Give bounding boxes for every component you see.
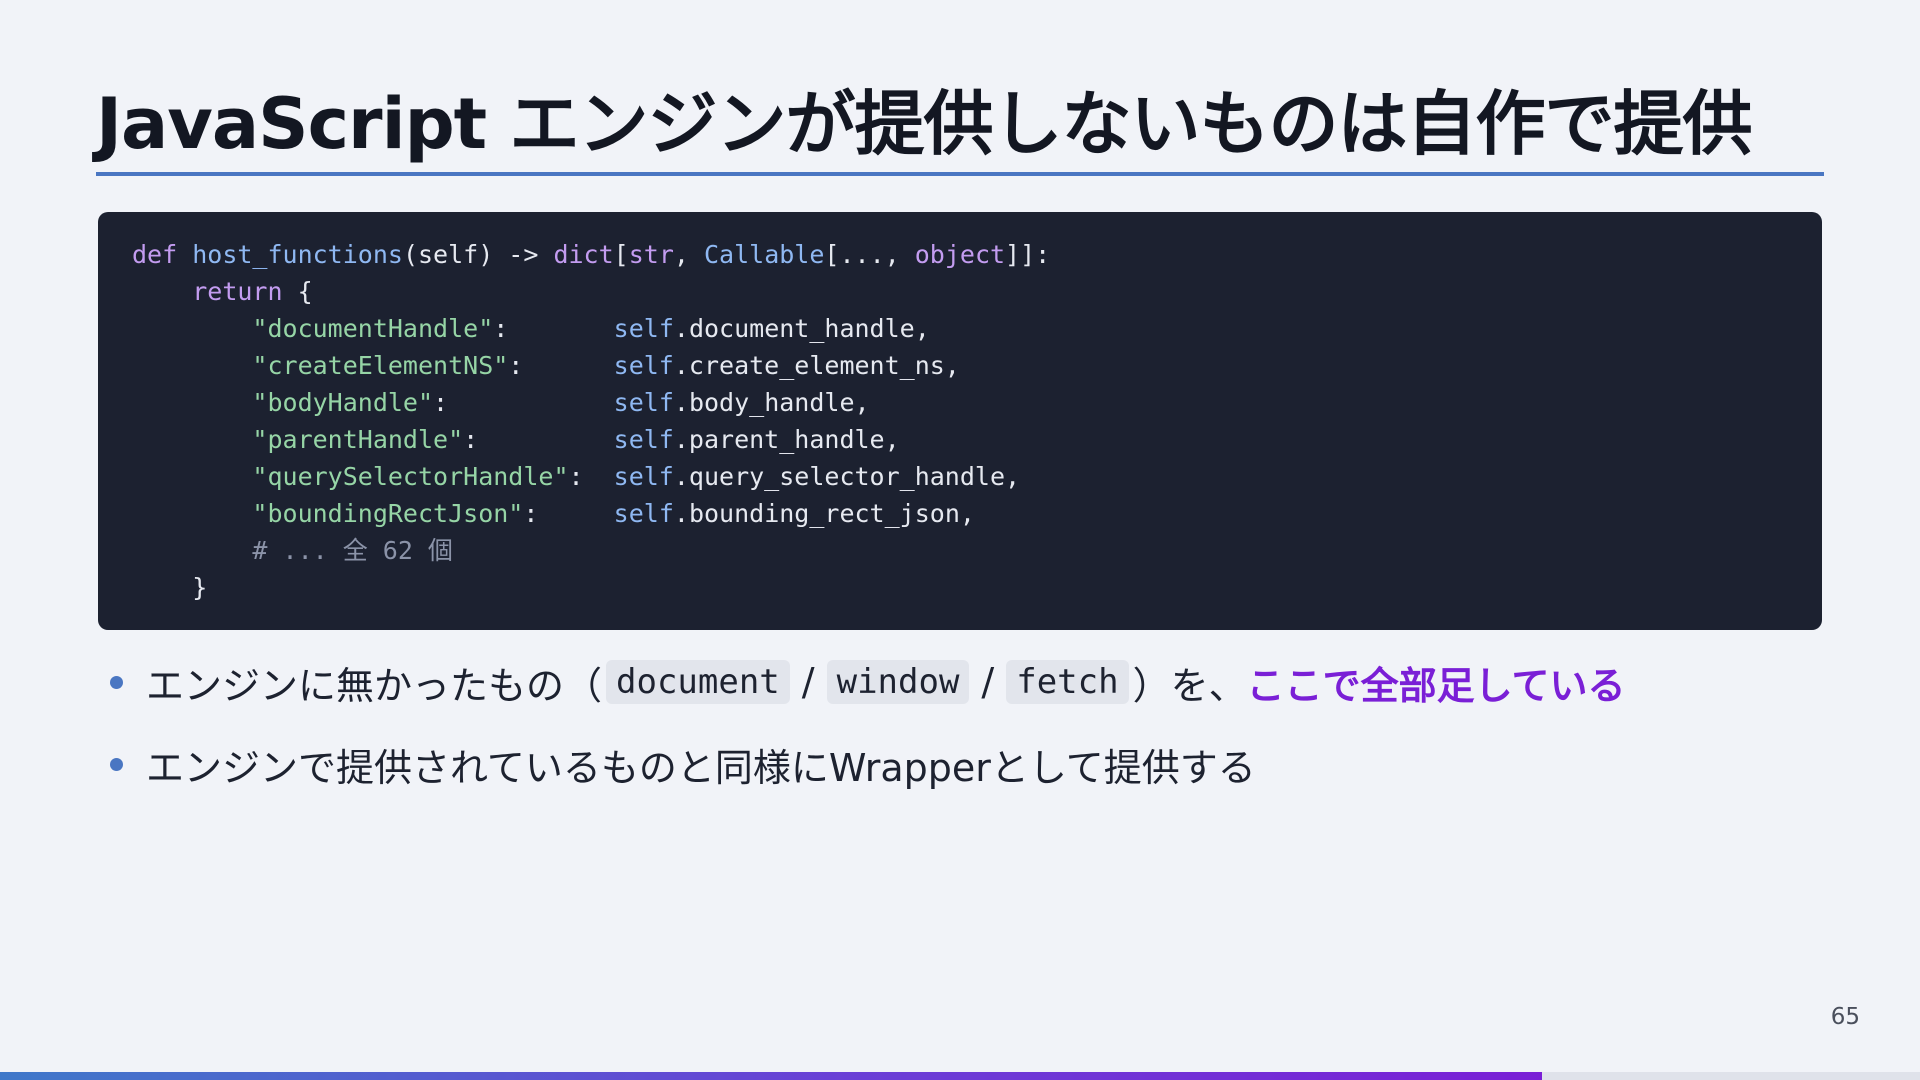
code-line: # ... 全 62 個	[132, 532, 1822, 569]
code-block: def host_functions(self) -> dict[str, Ca…	[98, 212, 1822, 630]
code-line: "boundingRectJson": self.bounding_rect_j…	[132, 495, 1822, 532]
inline-code-document: document	[606, 660, 790, 704]
code-token: :	[568, 462, 614, 491]
slide-title: JavaScript エンジンが提供しないものは自作で提供	[96, 83, 1753, 165]
page-number: 65	[1830, 1004, 1860, 1030]
code-token: [	[613, 240, 629, 269]
code-token: str	[628, 240, 674, 269]
inline-code-window: window	[826, 660, 970, 704]
code-line: "bodyHandle": self.body_handle,	[132, 384, 1822, 421]
code-token: "createElementNS"	[252, 351, 509, 380]
code-line: "parentHandle": self.parent_handle,	[132, 421, 1822, 458]
code-token: :	[523, 499, 614, 528]
code-token: dict	[553, 240, 614, 269]
code-token: "boundingRectJson"	[252, 499, 524, 528]
code-line: }	[132, 569, 1822, 606]
code-token: .create_element_ns,	[673, 351, 960, 380]
code-token: self	[613, 425, 674, 454]
code-token: .body_handle,	[673, 388, 870, 417]
title-divider	[96, 172, 1824, 176]
code-token: :	[463, 425, 614, 454]
bullet-dot-icon	[110, 675, 123, 689]
code-token: self	[613, 499, 674, 528]
code-token: self	[613, 351, 674, 380]
code-token: self	[613, 314, 674, 343]
code-line: def host_functions(self) -> dict[str, Ca…	[132, 236, 1822, 273]
code-token: :	[508, 351, 614, 380]
code-token: :	[493, 314, 614, 343]
bullet-item-engine-missing: エンジンに無かったもの（ document / window / fetch ）…	[110, 652, 1810, 712]
code-token: .query_selector_handle,	[673, 462, 1021, 491]
bullet-text-before: エンジンに無かったもの（	[146, 663, 603, 708]
bullet-dot-icon	[110, 757, 123, 771]
code-token: host_functions	[192, 240, 403, 269]
code-line: "querySelectorHandle": self.query_select…	[132, 458, 1822, 495]
bullet-list: エンジンに無かったもの（ document / window / fetch ）…	[110, 652, 1810, 794]
code-token: "querySelectorHandle"	[252, 462, 569, 491]
slide-progress-bar	[0, 1072, 1920, 1080]
bullet-item-wrapper: エンジンで提供されているものと同様にWrapperとして提供する	[110, 734, 1810, 794]
code-token: self	[613, 388, 674, 417]
bullet-text-after: ）を、	[1132, 663, 1247, 708]
separator-slash: /	[981, 660, 995, 704]
code-token: (self) ->	[402, 240, 554, 269]
code-token: Callable	[704, 240, 825, 269]
separator-slash: /	[801, 660, 815, 704]
code-token: .parent_handle,	[673, 425, 900, 454]
code-token: "documentHandle"	[252, 314, 494, 343]
slide-progress-fill	[0, 1072, 1542, 1080]
code-token: ,	[673, 240, 704, 269]
code-token: .document_handle,	[673, 314, 930, 343]
code-token: "parentHandle"	[252, 425, 464, 454]
code-token: "bodyHandle"	[252, 388, 434, 417]
bullet-emphasis: ここで全部足している	[1246, 663, 1626, 708]
code-token: ]]:	[1005, 240, 1051, 269]
code-token: [...,	[824, 240, 915, 269]
code-token: # ... 全 62 個	[252, 536, 453, 565]
code-token: return	[192, 277, 283, 306]
code-token: {	[282, 277, 313, 306]
code-line: return {	[132, 273, 1822, 310]
code-token: object	[914, 240, 1006, 269]
code-token: def	[132, 240, 178, 269]
code-line: "documentHandle": self.document_handle,	[132, 310, 1822, 347]
code-token: }	[132, 573, 208, 602]
code-token: .bounding_rect_json,	[673, 499, 975, 528]
bullet-text: エンジンで提供されているものと同様にWrapperとして提供する	[146, 745, 1256, 790]
inline-code-fetch: fetch	[1006, 660, 1129, 704]
code-token: self	[613, 462, 674, 491]
code-line: "createElementNS": self.create_element_n…	[132, 347, 1822, 384]
code-token: :	[433, 388, 614, 417]
